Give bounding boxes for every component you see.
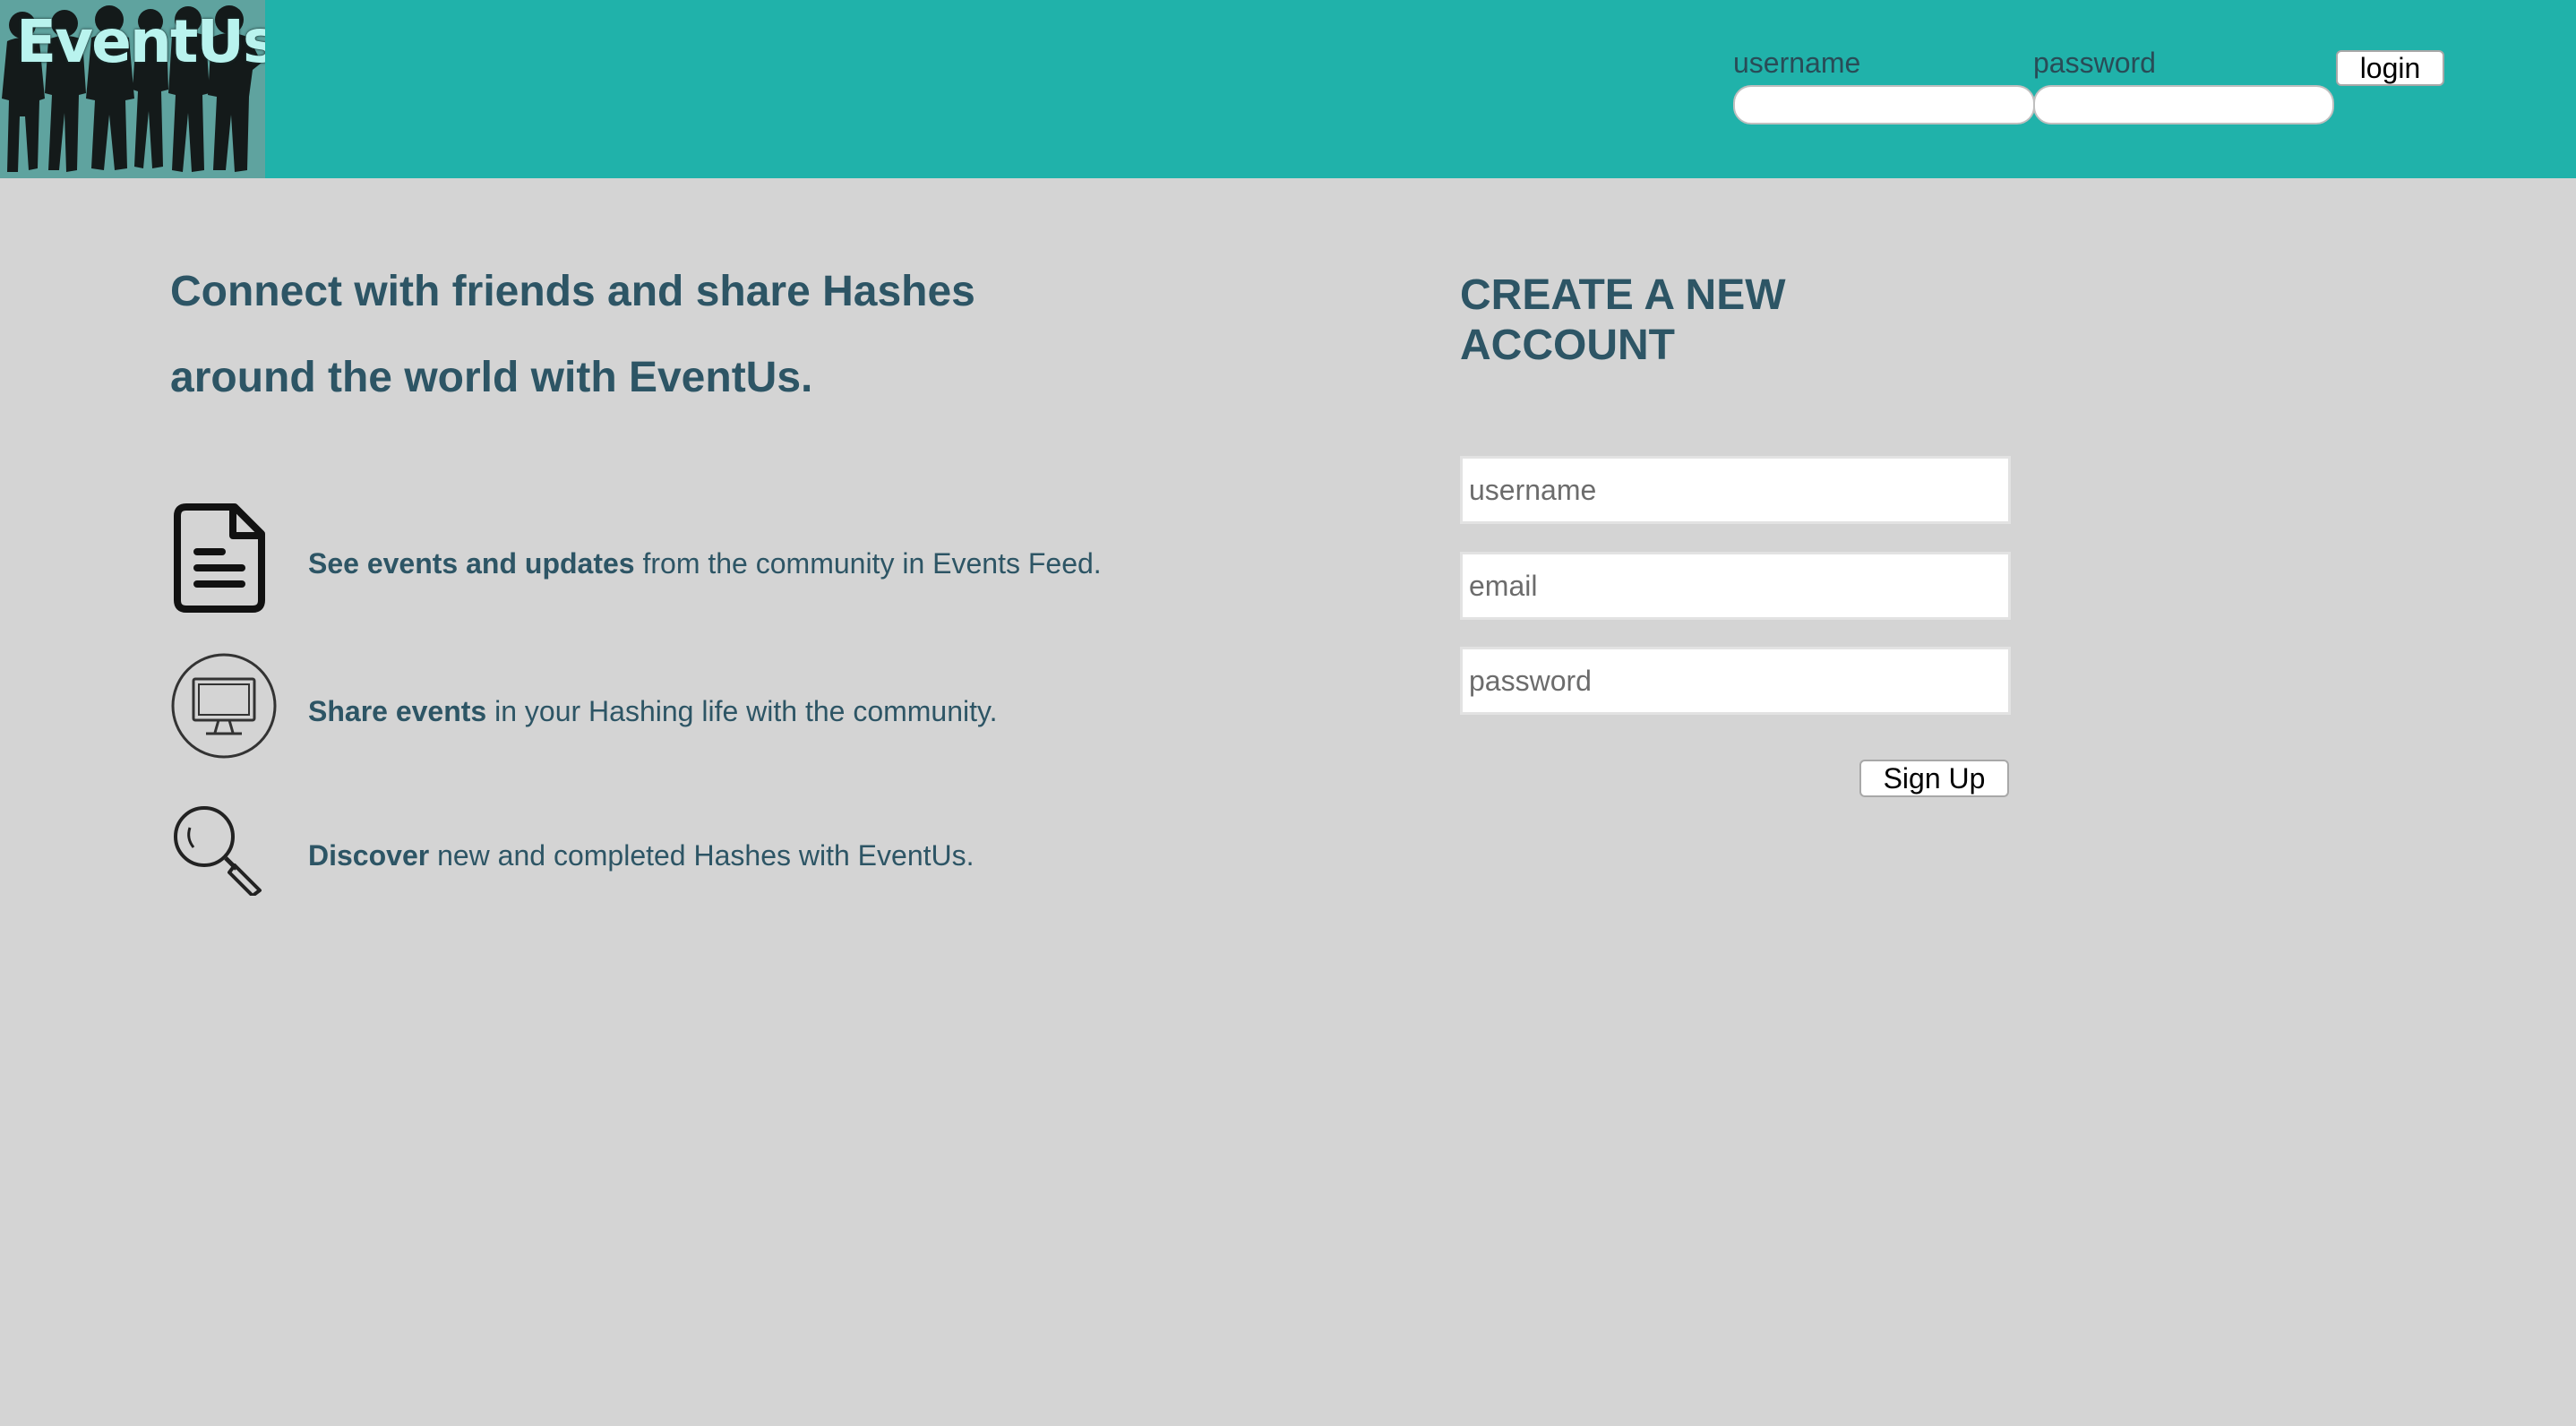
signup-email-input[interactable] bbox=[1460, 552, 2011, 620]
feature-item-discover: Discover new and completed Hashes with E… bbox=[308, 841, 975, 870]
feature-share-bold: Share events bbox=[308, 695, 487, 727]
login-password-input[interactable] bbox=[2033, 85, 2334, 125]
hero-headline-line2: around the world with EventUs. bbox=[170, 354, 813, 401]
hero-headline-line1: Connect with friends and share Hashes bbox=[170, 268, 975, 315]
signup-username-input[interactable] bbox=[1460, 456, 2011, 524]
feature-events-bold: See events and updates bbox=[308, 547, 635, 580]
signup-password-input[interactable] bbox=[1460, 647, 2011, 715]
hero-headline: Connect with friends and share Hashes ar… bbox=[170, 249, 1245, 421]
feature-discover-bold: Discover bbox=[308, 839, 430, 872]
feature-share-text: in your Hashing life with the community. bbox=[486, 695, 998, 727]
document-icon bbox=[174, 503, 265, 613]
username-label: username bbox=[1733, 47, 1861, 79]
logo[interactable]: EventUs bbox=[0, 0, 265, 178]
feature-events-text: from the community in Events Feed. bbox=[634, 547, 1102, 580]
magnifier-icon bbox=[174, 806, 262, 896]
sign-up-button[interactable]: Sign Up bbox=[1859, 760, 2009, 797]
login-username-input[interactable] bbox=[1733, 85, 2035, 125]
feature-item-share: Share events in your Hashing life with t… bbox=[308, 697, 998, 726]
password-label: password bbox=[2033, 47, 2156, 79]
monitor-icon bbox=[171, 653, 277, 759]
create-account-title-line1: CREATE A NEW bbox=[1460, 271, 1786, 319]
feature-discover-text: new and completed Hashes with EventUs. bbox=[429, 839, 975, 872]
top-header: EventUs username password login bbox=[0, 0, 2576, 178]
create-account-title-line2: ACCOUNT bbox=[1460, 322, 1675, 369]
logo-text: EventUs bbox=[16, 7, 265, 76]
create-account-title: CREATE A NEW ACCOUNT bbox=[1460, 271, 1786, 371]
feature-item-events: See events and updates from the communit… bbox=[308, 549, 1102, 578]
login-button[interactable]: login bbox=[2336, 50, 2444, 86]
